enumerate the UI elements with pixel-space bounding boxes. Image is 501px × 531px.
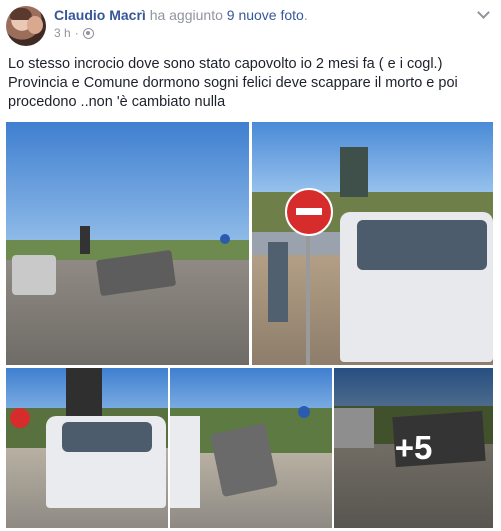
photo-direction-sign [340,147,368,197]
author-name-link[interactable]: Claudio Macrì [54,7,146,23]
photo-3[interactable] [6,368,168,528]
chevron-down-icon[interactable] [477,8,489,20]
photo-1[interactable] [6,122,249,365]
post-text: Lo stesso incrocio dove sono stato capov… [8,56,458,110]
meta-separator: · [74,26,79,40]
post-timestamp[interactable]: 3 h [54,26,71,40]
photo-van-windshield [62,422,152,452]
photo-sky [252,122,493,197]
header-period: . [303,7,308,23]
post-action-text: ha aggiunto [149,7,223,23]
more-photos-overlay[interactable]: +5 [334,368,493,528]
photo-no-entry-bar [296,208,322,215]
photo-road-sign [298,406,310,418]
photo-sky [6,122,249,242]
photo-silver-van [12,255,56,295]
author-avatar[interactable] [6,6,46,46]
photo-2[interactable] [252,122,493,365]
photo-person [268,242,288,322]
photo-5[interactable]: +5 [334,368,493,528]
post-meta: 3 h · [54,26,94,40]
post-header: Claudio Macrì ha aggiunto 9 nuove foto. [54,6,308,24]
photo-van-windshield [357,220,487,270]
globe-icon[interactable] [82,27,94,39]
photo-sign-pole [306,236,310,365]
facebook-post: Claudio Macrì ha aggiunto 9 nuove foto. … [0,0,501,531]
photo-road-sign [220,234,230,244]
avatar-child-face [27,16,43,34]
photo-4[interactable] [170,368,332,528]
photos-count-link[interactable]: 9 nuove foto [227,7,304,23]
photo-traffic-light [80,226,90,254]
more-photos-count: +5 [394,429,433,466]
photo-van-edge [170,416,200,508]
photo-no-entry-sign [10,408,30,428]
